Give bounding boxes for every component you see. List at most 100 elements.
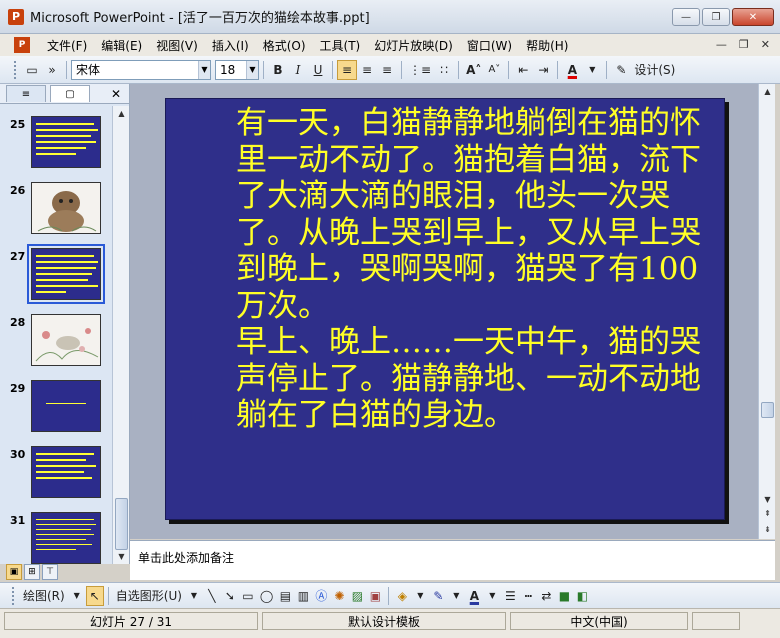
flowers-illustration-icon xyxy=(35,328,99,362)
menu-edit[interactable]: 编辑(E) xyxy=(94,37,149,54)
align-right-icon[interactable]: ≡ xyxy=(377,60,397,80)
font-size-combo[interactable]: 18 ▼ xyxy=(215,59,259,80)
thumbnail-item[interactable]: 28 xyxy=(0,310,112,370)
line-style-icon[interactable]: ☰ xyxy=(501,586,519,606)
thumbnail-slide[interactable] xyxy=(31,314,101,366)
chevron-down-icon[interactable]: ▼ xyxy=(185,586,203,606)
menu-file[interactable]: 文件(F) xyxy=(40,37,94,54)
thumbnail-slide[interactable] xyxy=(31,512,101,564)
thumbnail-slide[interactable] xyxy=(31,116,101,168)
thumbnail-item[interactable]: 30 xyxy=(0,442,112,502)
menu-help[interactable]: 帮助(H) xyxy=(519,37,575,54)
design-icon[interactable]: ✎ xyxy=(611,60,631,80)
numbering-icon[interactable]: ⋮≡ xyxy=(406,60,434,80)
font-name-combo[interactable]: 宋体 ▼ xyxy=(71,59,211,80)
thumbnail-slide-selected[interactable] xyxy=(27,244,105,304)
doc-minimize-button[interactable]: — xyxy=(716,38,727,51)
fill-color-icon[interactable]: ◈ xyxy=(393,586,411,606)
doc-close-button[interactable]: ✕ xyxy=(761,38,770,51)
arrow-icon[interactable]: ➘ xyxy=(221,586,239,606)
menu-view[interactable]: 视图(V) xyxy=(149,37,205,54)
thumbnail-item[interactable]: 31 xyxy=(0,508,112,564)
menu-tools[interactable]: 工具(T) xyxy=(313,37,368,54)
draw-menu-button[interactable]: 绘图(R) xyxy=(20,586,68,606)
bold-button[interactable]: B xyxy=(268,60,288,80)
align-center-icon[interactable]: ≡ xyxy=(357,60,377,80)
menu-format[interactable]: 格式(O) xyxy=(256,37,313,54)
slide-scrollbar[interactable]: ▲ ▼ ⇞ ⇟ xyxy=(758,84,775,539)
clipart-icon[interactable]: ▨ xyxy=(348,586,366,606)
chevron-down-icon[interactable]: ▼ xyxy=(198,60,210,79)
toolbar-options-icon[interactable]: » xyxy=(42,60,62,80)
close-icon[interactable]: ✕ xyxy=(111,87,121,101)
thumbnail-slide[interactable] xyxy=(31,182,101,234)
picture-icon[interactable]: ▣ xyxy=(366,586,384,606)
doc-restore-button[interactable]: ❐ xyxy=(739,38,749,51)
scrollbar-thumb[interactable] xyxy=(115,498,128,550)
select-pointer-icon[interactable]: ↖ xyxy=(85,585,104,606)
menu-window[interactable]: 窗口(W) xyxy=(460,37,519,54)
toolbar-grip[interactable] xyxy=(14,60,18,79)
shadow-icon[interactable]: ■ xyxy=(555,586,573,606)
chevron-down-icon[interactable]: ▼ xyxy=(483,586,501,606)
document-icon[interactable]: P xyxy=(14,37,30,53)
increase-indent-icon[interactable]: ⇥ xyxy=(533,60,553,80)
font-color-button[interactable]: A xyxy=(562,60,582,80)
dash-style-icon[interactable]: ┅ xyxy=(519,586,537,606)
3d-style-icon[interactable]: ◧ xyxy=(573,586,591,606)
slideshow-icon[interactable]: ⊤ xyxy=(42,564,58,580)
previous-slide-icon[interactable]: ⇞ xyxy=(760,506,775,521)
tab-outline[interactable]: ≡ xyxy=(6,85,46,102)
arrow-style-icon[interactable]: ⇄ xyxy=(537,586,555,606)
current-slide[interactable]: 有一天，白猫静静地躺倒在猫的怀里一动不动了。猫抱着白猫，流下了大滴大滴的眼泪，他… xyxy=(165,98,725,520)
toolbar-grip[interactable] xyxy=(12,586,16,605)
restore-button[interactable]: ❐ xyxy=(702,8,730,26)
bullets-icon[interactable]: ∷ xyxy=(434,60,454,80)
line-icon[interactable]: ╲ xyxy=(203,586,221,606)
next-slide-icon[interactable]: ⇟ xyxy=(760,522,775,537)
textbox-icon[interactable]: ▤ xyxy=(276,586,294,606)
tab-slides[interactable]: ▢ xyxy=(50,85,90,102)
normal-view-icon[interactable]: ▣ xyxy=(6,564,22,580)
underline-button[interactable]: U xyxy=(308,60,328,80)
thumbnail-item[interactable]: 25 xyxy=(0,112,112,172)
diagram-icon[interactable]: ✺ xyxy=(330,586,348,606)
thumbnail-item[interactable]: 27 xyxy=(0,244,112,304)
slide-text-box[interactable]: 有一天，白猫静静地躺倒在猫的怀里一动不动了。猫抱着白猫，流下了大滴大滴的眼泪，他… xyxy=(174,105,722,434)
notes-pane[interactable]: 单击此处添加备注 xyxy=(130,540,775,580)
scroll-up-icon[interactable]: ▲ xyxy=(760,84,775,99)
thumbnail-item[interactable]: 26 xyxy=(0,178,112,238)
design-button[interactable]: 设计(S) xyxy=(631,60,678,80)
scroll-down-icon[interactable]: ▼ xyxy=(760,492,775,507)
thumbnail-slide[interactable] xyxy=(31,446,101,498)
scroll-down-icon[interactable]: ▼ xyxy=(114,549,129,564)
scrollbar-thumb[interactable] xyxy=(761,402,774,418)
scroll-up-icon[interactable]: ▲ xyxy=(114,106,129,121)
new-document-icon[interactable]: ▭ xyxy=(22,60,42,80)
line-color-icon[interactable]: ✎ xyxy=(429,586,447,606)
chevron-down-icon[interactable]: ▼ xyxy=(68,586,86,606)
autoshapes-button[interactable]: 自选图形(U) xyxy=(113,586,185,606)
chevron-down-icon[interactable]: ▼ xyxy=(447,586,465,606)
minimize-button[interactable]: — xyxy=(672,8,700,26)
text-color-icon[interactable]: A xyxy=(465,586,483,606)
thumbnail-slide[interactable] xyxy=(31,380,101,432)
oval-icon[interactable]: ◯ xyxy=(257,586,276,606)
vertical-textbox-icon[interactable]: ▥ xyxy=(294,586,312,606)
decrease-indent-icon[interactable]: ⇤ xyxy=(513,60,533,80)
thumbnail-scrollbar[interactable]: ▲ ▼ xyxy=(112,106,129,564)
chevron-down-icon[interactable]: ▼ xyxy=(246,60,258,79)
italic-button[interactable]: I xyxy=(288,60,308,80)
align-left-icon[interactable]: ≡ xyxy=(337,59,357,80)
chevron-down-icon[interactable]: ▼ xyxy=(411,586,429,606)
menu-slideshow[interactable]: 幻灯片放映(D) xyxy=(367,37,460,54)
menu-insert[interactable]: 插入(I) xyxy=(205,37,256,54)
wordart-icon[interactable]: Ⓐ xyxy=(312,586,330,606)
chevron-down-icon[interactable]: ▼ xyxy=(582,60,602,80)
slide-sorter-icon[interactable]: ⊞ xyxy=(24,564,40,580)
thumbnail-item[interactable]: 29 xyxy=(0,376,112,436)
shrink-font-icon[interactable]: A˅ xyxy=(484,60,504,80)
rectangle-icon[interactable]: ▭ xyxy=(239,586,257,606)
close-button[interactable]: ✕ xyxy=(732,8,774,26)
grow-font-icon[interactable]: A˄ xyxy=(463,60,484,80)
